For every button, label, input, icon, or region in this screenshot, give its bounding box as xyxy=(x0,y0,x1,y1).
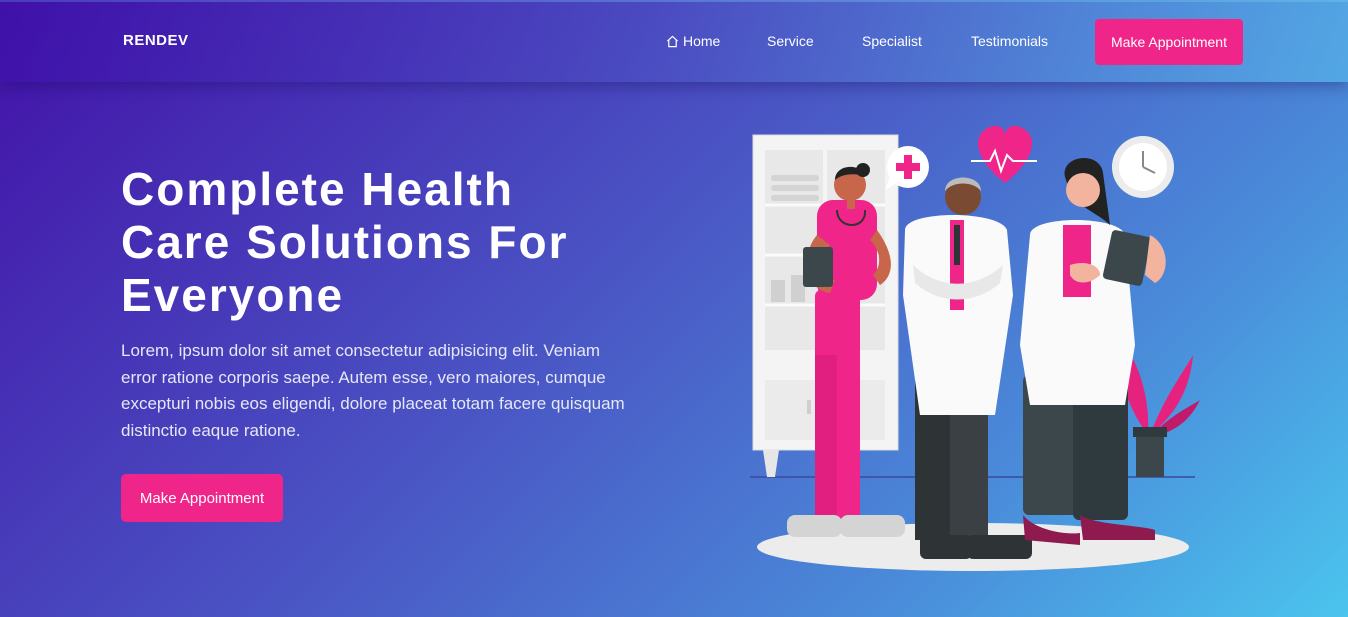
make-appointment-hero-button[interactable]: Make Appointment xyxy=(121,474,283,522)
hero-title-line-2: Care Solutions For xyxy=(121,216,569,268)
heart-icon xyxy=(971,125,1037,183)
nav-label-home: Home xyxy=(683,33,721,49)
nav-item-service[interactable]: Service xyxy=(767,33,814,49)
three-doctors-illustration xyxy=(750,125,1200,571)
nav-item-specialist[interactable]: Specialist xyxy=(862,33,922,49)
hero-title: Complete Health Care Solutions For Every… xyxy=(121,163,681,322)
doctor-figure xyxy=(903,177,1032,559)
female-doctor-figure xyxy=(1020,157,1166,545)
site-header: RENDEV Home Service Specialist Testimoni… xyxy=(0,0,1348,82)
hero-description: Lorem, ipsum dolor sit amet consectetur … xyxy=(121,341,625,440)
brand-logo[interactable]: RENDEV xyxy=(123,32,189,49)
nav-label-specialist: Specialist xyxy=(862,33,922,49)
nav-item-home[interactable]: Home xyxy=(666,33,720,49)
hero-title-line-1: Complete Health xyxy=(121,163,514,215)
make-appointment-nav-button[interactable]: Make Appointment xyxy=(1095,19,1243,65)
plant-pot xyxy=(1120,343,1200,477)
hero-title-line-3: Everyone xyxy=(121,269,345,321)
nav-label-testimonials: Testimonials xyxy=(971,33,1049,49)
home-icon xyxy=(666,35,679,47)
nav-label-service: Service xyxy=(767,33,814,49)
nav-item-testimonials[interactable]: Testimonials xyxy=(971,33,1048,49)
clock-icon xyxy=(1112,136,1174,198)
